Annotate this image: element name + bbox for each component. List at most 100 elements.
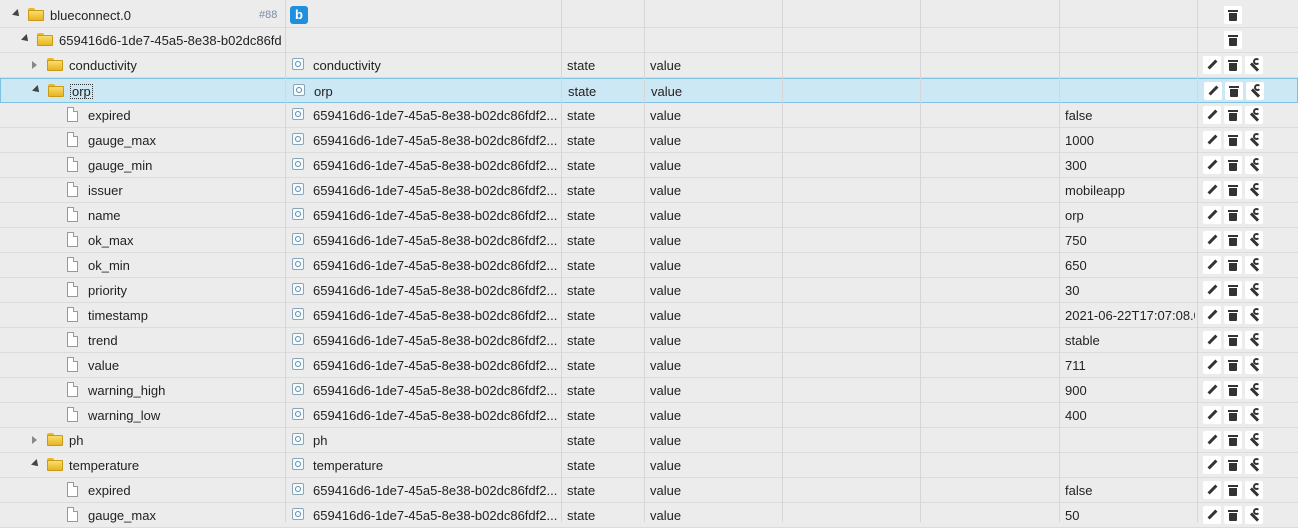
settings-wrench-icon[interactable] bbox=[1245, 306, 1263, 324]
object-value[interactable]: orp bbox=[1065, 203, 1195, 228]
delete-icon[interactable] bbox=[1224, 481, 1242, 499]
tree-row[interactable]: timestamp 659416d6-1de7-45a5-8e38-b02dc86… bbox=[0, 303, 1298, 328]
edit-icon[interactable] bbox=[1203, 131, 1221, 149]
tree-row[interactable]: trend 659416d6-1de7-45a5-8e38-b02dc86fdf2… bbox=[0, 328, 1298, 353]
edit-icon[interactable] bbox=[1203, 106, 1221, 124]
settings-wrench-icon[interactable] bbox=[1245, 331, 1263, 349]
edit-icon[interactable] bbox=[1203, 281, 1221, 299]
delete-icon[interactable] bbox=[1224, 256, 1242, 274]
edit-icon[interactable] bbox=[1203, 331, 1221, 349]
object-value[interactable] bbox=[1066, 79, 1196, 104]
edit-icon[interactable] bbox=[1203, 356, 1221, 374]
object-value[interactable]: 30 bbox=[1065, 278, 1195, 303]
delete-icon[interactable] bbox=[1224, 56, 1242, 74]
tree-row[interactable]: gauge_min 659416d6-1de7-45a5-8e38-b02dc86… bbox=[0, 153, 1298, 178]
tree-row[interactable]: orp orp state value bbox=[0, 78, 1298, 103]
tree-row[interactable]: warning_high 659416d6-1de7-45a5-8e38-b02d… bbox=[0, 378, 1298, 403]
settings-wrench-icon[interactable] bbox=[1245, 156, 1263, 174]
object-value[interactable]: false bbox=[1065, 103, 1195, 128]
settings-wrench-icon[interactable] bbox=[1246, 82, 1264, 100]
object-value[interactable] bbox=[1065, 53, 1195, 78]
settings-wrench-icon[interactable] bbox=[1245, 181, 1263, 199]
delete-icon[interactable] bbox=[1224, 281, 1242, 299]
delete-icon[interactable] bbox=[1224, 131, 1242, 149]
object-value[interactable]: 400 bbox=[1065, 403, 1195, 428]
delete-icon[interactable] bbox=[1224, 456, 1242, 474]
object-value[interactable]: stable bbox=[1065, 328, 1195, 353]
tree-row[interactable]: name 659416d6-1de7-45a5-8e38-b02dc86fdf2.… bbox=[0, 203, 1298, 228]
object-value[interactable]: 711 bbox=[1065, 353, 1195, 378]
tree-row[interactable]: issuer 659416d6-1de7-45a5-8e38-b02dc86fdf… bbox=[0, 178, 1298, 203]
settings-wrench-icon[interactable] bbox=[1245, 106, 1263, 124]
tree-row[interactable]: conductivity conductivity state value bbox=[0, 53, 1298, 78]
delete-icon[interactable] bbox=[1224, 31, 1242, 49]
tree-row[interactable]: ph ph state value bbox=[0, 428, 1298, 453]
object-value[interactable]: 750 bbox=[1065, 228, 1195, 253]
settings-wrench-icon[interactable] bbox=[1245, 406, 1263, 424]
tree-row-root[interactable]: blueconnect.0 #88 b bbox=[0, 3, 1298, 28]
delete-icon[interactable] bbox=[1224, 406, 1242, 424]
tree-row-device[interactable]: 659416d6-1de7-45a5-8e38-b02dc86fd bbox=[0, 28, 1298, 53]
delete-icon[interactable] bbox=[1224, 331, 1242, 349]
edit-icon[interactable] bbox=[1203, 506, 1221, 524]
expand-triangle-icon[interactable] bbox=[32, 436, 37, 444]
edit-icon[interactable] bbox=[1203, 56, 1221, 74]
delete-icon[interactable] bbox=[1224, 206, 1242, 224]
settings-wrench-icon[interactable] bbox=[1245, 381, 1263, 399]
settings-wrench-icon[interactable] bbox=[1245, 506, 1263, 524]
delete-icon[interactable] bbox=[1224, 156, 1242, 174]
settings-wrench-icon[interactable] bbox=[1245, 56, 1263, 74]
object-value[interactable] bbox=[1065, 453, 1195, 478]
delete-icon[interactable] bbox=[1224, 431, 1242, 449]
collapse-triangle-icon[interactable] bbox=[12, 9, 22, 19]
settings-wrench-icon[interactable] bbox=[1245, 256, 1263, 274]
object-value[interactable]: 300 bbox=[1065, 153, 1195, 178]
edit-icon[interactable] bbox=[1203, 231, 1221, 249]
delete-icon[interactable] bbox=[1224, 506, 1242, 524]
tree-row[interactable]: value 659416d6-1de7-45a5-8e38-b02dc86fdf2… bbox=[0, 353, 1298, 378]
collapse-triangle-icon[interactable] bbox=[31, 459, 41, 469]
edit-icon[interactable] bbox=[1203, 306, 1221, 324]
tree-row[interactable]: ok_max 659416d6-1de7-45a5-8e38-b02dc86fdf… bbox=[0, 228, 1298, 253]
settings-wrench-icon[interactable] bbox=[1245, 206, 1263, 224]
tree-row[interactable]: temperature temperature state value bbox=[0, 453, 1298, 478]
tree-row[interactable]: warning_low 659416d6-1de7-45a5-8e38-b02dc… bbox=[0, 403, 1298, 428]
delete-icon[interactable] bbox=[1224, 6, 1242, 24]
delete-icon[interactable] bbox=[1225, 82, 1243, 100]
tree-row[interactable]: expired 659416d6-1de7-45a5-8e38-b02dc86fd… bbox=[0, 103, 1298, 128]
collapse-triangle-icon[interactable] bbox=[21, 34, 31, 44]
collapse-triangle-icon[interactable] bbox=[32, 85, 42, 95]
delete-icon[interactable] bbox=[1224, 181, 1242, 199]
object-value[interactable]: mobileapp bbox=[1065, 178, 1195, 203]
object-value[interactable]: 1000 bbox=[1065, 128, 1195, 153]
tree-row[interactable]: gauge_max 659416d6-1de7-45a5-8e38-b02dc86… bbox=[0, 503, 1298, 528]
edit-icon[interactable] bbox=[1203, 206, 1221, 224]
delete-icon[interactable] bbox=[1224, 106, 1242, 124]
edit-icon[interactable] bbox=[1203, 481, 1221, 499]
settings-wrench-icon[interactable] bbox=[1245, 456, 1263, 474]
settings-wrench-icon[interactable] bbox=[1245, 281, 1263, 299]
object-value[interactable]: false bbox=[1065, 478, 1195, 503]
delete-icon[interactable] bbox=[1224, 381, 1242, 399]
object-value[interactable] bbox=[1065, 428, 1195, 453]
edit-icon[interactable] bbox=[1203, 406, 1221, 424]
tree-row[interactable]: gauge_max 659416d6-1de7-45a5-8e38-b02dc86… bbox=[0, 128, 1298, 153]
delete-icon[interactable] bbox=[1224, 306, 1242, 324]
object-value[interactable]: 50 bbox=[1065, 503, 1195, 528]
edit-icon[interactable] bbox=[1203, 156, 1221, 174]
delete-icon[interactable] bbox=[1224, 356, 1242, 374]
tree-row[interactable]: priority 659416d6-1de7-45a5-8e38-b02dc86f… bbox=[0, 278, 1298, 303]
settings-wrench-icon[interactable] bbox=[1245, 481, 1263, 499]
object-value[interactable]: 2021-06-22T17:07:08.0 bbox=[1065, 303, 1195, 328]
edit-icon[interactable] bbox=[1203, 256, 1221, 274]
expand-triangle-icon[interactable] bbox=[32, 61, 37, 69]
settings-wrench-icon[interactable] bbox=[1245, 356, 1263, 374]
edit-icon[interactable] bbox=[1203, 456, 1221, 474]
tree-row[interactable]: ok_min 659416d6-1de7-45a5-8e38-b02dc86fdf… bbox=[0, 253, 1298, 278]
edit-icon[interactable] bbox=[1203, 181, 1221, 199]
settings-wrench-icon[interactable] bbox=[1245, 231, 1263, 249]
tree-row[interactable]: expired 659416d6-1de7-45a5-8e38-b02dc86fd… bbox=[0, 478, 1298, 503]
settings-wrench-icon[interactable] bbox=[1245, 131, 1263, 149]
edit-icon[interactable] bbox=[1204, 82, 1222, 100]
object-value[interactable]: 650 bbox=[1065, 253, 1195, 278]
